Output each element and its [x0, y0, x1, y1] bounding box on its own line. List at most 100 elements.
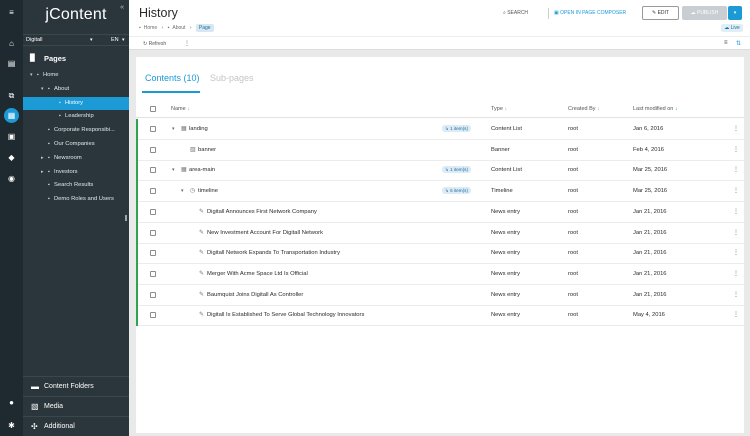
- row-checkbox[interactable]: [150, 167, 156, 174]
- user-icon[interactable]: ●: [4, 395, 19, 410]
- main-area: History ▪ Home › ▪ About › Page ⌕ SEARCH ▣…: [129, 0, 750, 436]
- row-actions-icon[interactable]: ⋮: [733, 229, 739, 236]
- tree-item[interactable]: ▪ Demo Roles and Users: [23, 193, 129, 206]
- row-checkbox[interactable]: [150, 312, 156, 319]
- site-selector[interactable]: Digitall: [26, 37, 43, 43]
- tree-item-label: Search Results: [54, 182, 94, 189]
- expand-chevron-icon[interactable]: ▾: [181, 188, 184, 194]
- row-actions-icon[interactable]: ⋮: [733, 311, 739, 318]
- tag-icon[interactable]: ◆: [4, 150, 19, 165]
- row-checkbox[interactable]: [150, 208, 156, 215]
- publish-menu-button[interactable]: ▾: [728, 6, 742, 20]
- column-created-by-header[interactable]: Created By ↓: [568, 106, 600, 112]
- panel-resize-handle[interactable]: [125, 215, 127, 221]
- pages-section-header[interactable]: ▉ Pages: [23, 50, 129, 66]
- menu-icon[interactable]: ≡: [4, 5, 19, 20]
- row-checkbox[interactable]: [150, 229, 156, 236]
- tree-item[interactable]: ▪ Search Results: [23, 179, 129, 192]
- table-row[interactable]: ▾ ▦ area-main ↳ 1 item(s) Content List root Ma…: [136, 160, 744, 182]
- page-icon: ▉: [30, 55, 36, 62]
- table-row[interactable]: ✎ Digitall Network Expands To Transportat…: [136, 243, 744, 265]
- tab-sub-pages[interactable]: Sub-pages: [210, 73, 254, 83]
- search-button[interactable]: ⌕ SEARCH: [503, 10, 528, 16]
- row-created-by: root: [568, 167, 578, 174]
- table-row[interactable]: ✎ Merger With Acme Space Ltd Is Official N…: [136, 263, 744, 285]
- select-all-checkbox[interactable]: [150, 106, 156, 112]
- pages-icon[interactable]: ⧉: [4, 88, 19, 103]
- more-actions-icon[interactable]: ⋮: [184, 40, 190, 47]
- expand-chevron-icon[interactable]: ▾: [172, 167, 175, 173]
- row-actions-icon[interactable]: ⋮: [733, 146, 739, 153]
- published-status-bar: [136, 201, 138, 223]
- breadcrumb-about[interactable]: About: [172, 25, 185, 31]
- compass-icon-glyph: ◉: [8, 174, 15, 183]
- edit-button[interactable]: ✎ EDIT: [642, 6, 679, 20]
- chevron-icon[interactable]: ▸: [41, 155, 44, 161]
- tree-item[interactable]: ▪ Leadership: [23, 110, 129, 123]
- table-row[interactable]: ▾ ◷ timeline ↳ 6 item(s) Timeline root Mar 25,…: [136, 181, 744, 203]
- chevron-down-icon[interactable]: ▾: [122, 37, 125, 43]
- expand-chevron-icon[interactable]: ▾: [172, 126, 175, 132]
- row-actions-icon[interactable]: ⋮: [733, 125, 739, 132]
- row-actions-icon[interactable]: ⋮: [733, 187, 739, 194]
- row-checkbox[interactable]: [150, 250, 156, 257]
- home-icon[interactable]: ⌂: [4, 36, 19, 51]
- row-checkbox[interactable]: [150, 126, 156, 132]
- table-row[interactable]: ✎ Baumquist Joins Digitall As Controller N…: [136, 284, 744, 306]
- tab-contents[interactable]: Contents (10): [145, 73, 200, 83]
- tree-item[interactable]: ▪ Corporate Responsibi...: [23, 124, 129, 137]
- tree-item[interactable]: ▾ ▪ Home: [23, 69, 129, 82]
- folder-icon: ▬: [31, 382, 39, 391]
- tree-item[interactable]: ▪ Our Companies: [23, 138, 129, 151]
- compass-icon[interactable]: ◉: [4, 171, 19, 186]
- table-row[interactable]: ▾ ▦ landing ↳ 1 item(s) Content List root Jan …: [136, 119, 744, 140]
- content-folders-nav[interactable]: ▬ Content Folders: [23, 376, 129, 396]
- refresh-button[interactable]: ↻ Refresh: [143, 41, 166, 47]
- open-in-page-composer-button[interactable]: ▣ OPEN IN PAGE COMPOSER: [554, 10, 626, 16]
- row-actions-icon[interactable]: ⋮: [733, 249, 739, 256]
- settings-icon[interactable]: ✱: [4, 418, 19, 433]
- tree-item[interactable]: ▾ ▪ About: [23, 83, 129, 96]
- tree-item[interactable]: ▪ History: [23, 96, 129, 110]
- forms-icon[interactable]: ▣: [4, 129, 19, 144]
- breadcrumb-home[interactable]: Home: [144, 25, 157, 31]
- row-actions-icon[interactable]: ⋮: [733, 291, 739, 298]
- row-type: News entry: [491, 229, 520, 236]
- table-row[interactable]: ✎ Digitall Is Established To Serve Global…: [136, 305, 744, 327]
- collapse-panel-icon[interactable]: «: [120, 4, 124, 11]
- published-status-bar: [136, 181, 138, 203]
- row-checkbox[interactable]: [150, 146, 156, 153]
- column-name-header[interactable]: Name ↓: [171, 106, 190, 112]
- published-status-bar: [136, 263, 138, 285]
- chevron-down-icon[interactable]: ▾: [90, 37, 93, 43]
- table-row[interactable]: ✎ Digitall Announces First Network Compan…: [136, 201, 744, 223]
- content-type-icon: ▦: [181, 167, 187, 174]
- chevron-icon[interactable]: ▸: [41, 169, 44, 175]
- tree-item[interactable]: ▸ ▪ Newsroom: [23, 152, 129, 165]
- language-selector[interactable]: EN: [111, 37, 119, 43]
- tree-item-label: Corporate Responsibi...: [54, 127, 115, 134]
- chevron-icon[interactable]: ▾: [30, 72, 33, 78]
- additional-nav[interactable]: ✣ Additional: [23, 416, 129, 436]
- row-checkbox[interactable]: [150, 291, 156, 298]
- clipboard-icon[interactable]: ▤: [4, 56, 19, 71]
- structured-view-icon[interactable]: ⇅: [736, 40, 741, 47]
- row-created-by: root: [568, 250, 578, 257]
- row-checkbox[interactable]: [150, 270, 156, 277]
- table-row[interactable]: ▨ banner Banner root Feb 4, 2016 ⋮: [136, 139, 744, 161]
- jcontent-icon[interactable]: ▦: [4, 108, 19, 123]
- tree-item[interactable]: ▸ ▪ Investors: [23, 166, 129, 179]
- table-row[interactable]: ✎ New Investment Account For Digitall Net…: [136, 222, 744, 244]
- row-actions-icon[interactable]: ⋮: [733, 208, 739, 215]
- chevron-icon[interactable]: ▾: [41, 86, 44, 92]
- row-checkbox[interactable]: [150, 188, 156, 195]
- publish-button[interactable]: ☁ PUBLISH: [682, 6, 727, 20]
- row-actions-icon[interactable]: ⋮: [733, 166, 739, 173]
- list-view-icon[interactable]: ≡: [724, 40, 728, 46]
- row-actions-icon[interactable]: ⋮: [733, 270, 739, 277]
- clipboard-icon-glyph: ▤: [7, 59, 16, 68]
- column-type-header[interactable]: Type ↓: [491, 106, 507, 112]
- media-nav[interactable]: ▧ Media: [23, 396, 129, 416]
- menu-icon-glyph: ≡: [9, 8, 14, 17]
- column-last-modified-header[interactable]: Last modified on ↓: [633, 106, 678, 112]
